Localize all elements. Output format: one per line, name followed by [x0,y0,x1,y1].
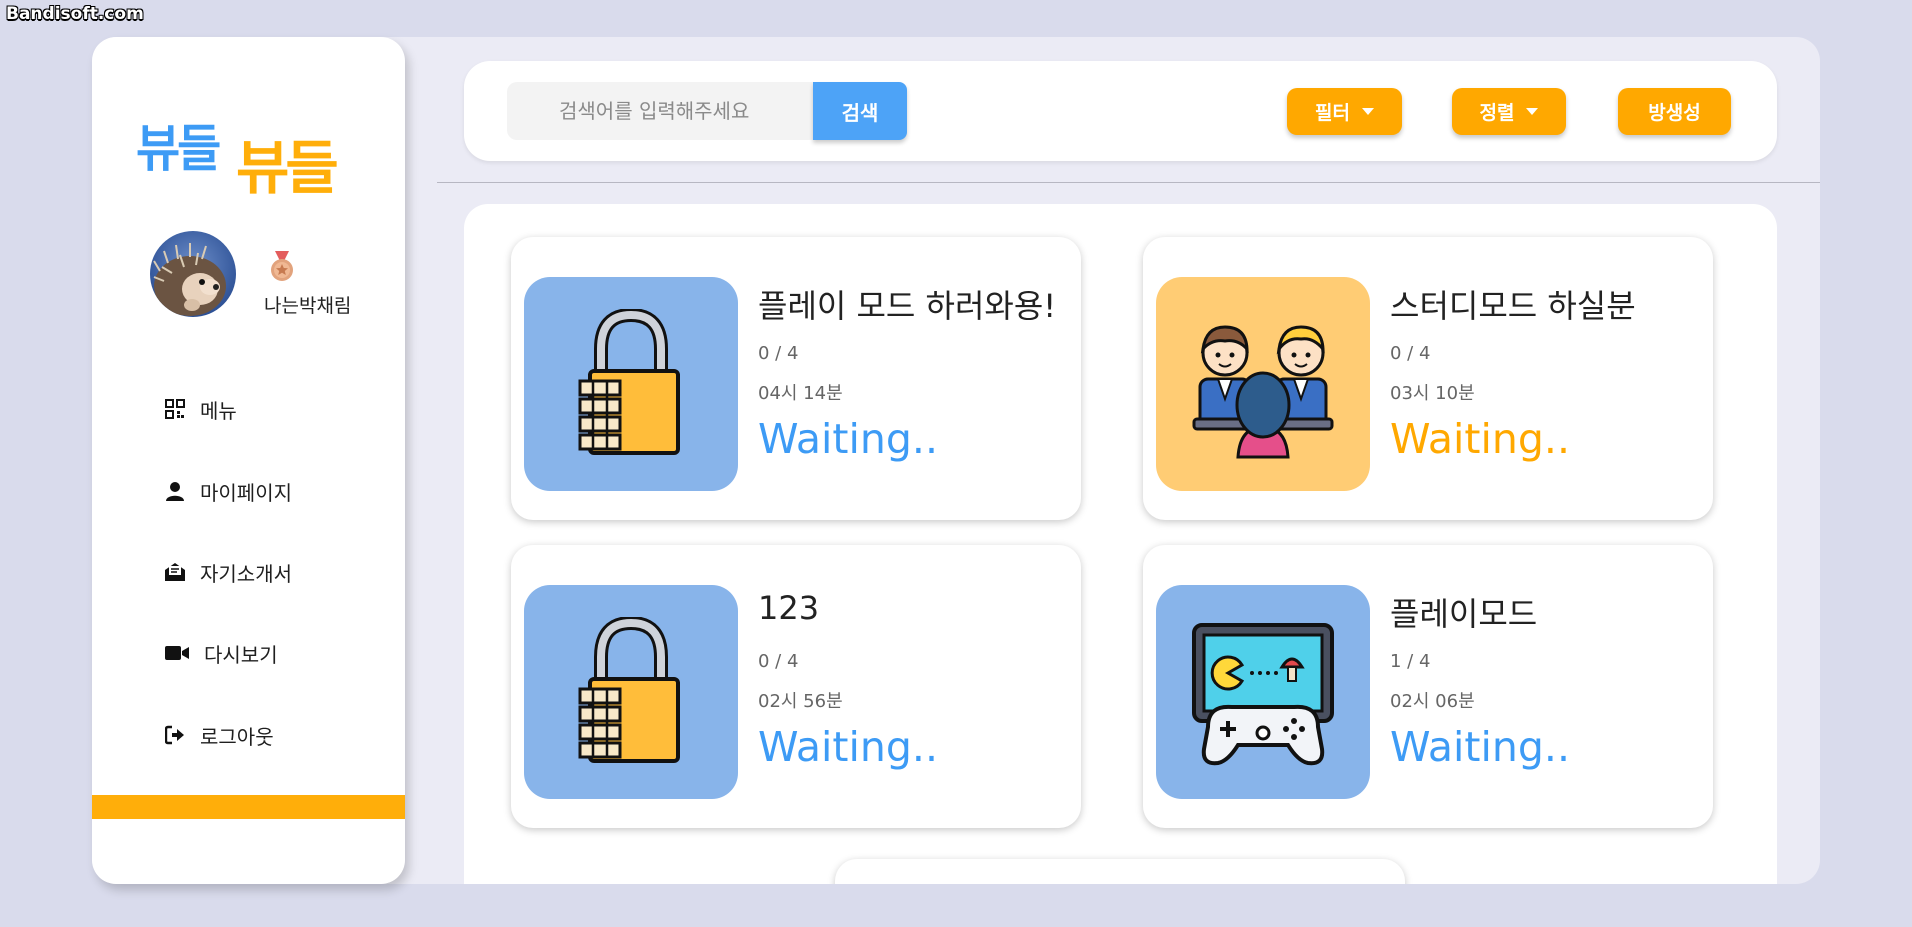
room-time: 02시 56분 [758,691,843,712]
room-title: 스터디모드 하실분 [1390,287,1636,325]
watermark: Bandisoft.com [6,4,144,24]
room-participant-count: 0 / 4 [1390,343,1431,364]
room-title: 123 [758,589,820,627]
qr-code-icon [164,398,186,420]
room-status: Waiting.. [1390,415,1570,463]
room-participant-count: 1 / 4 [1390,651,1431,672]
sidebar-item-label: 다시보기 [204,642,278,667]
search-button[interactable]: 검색 [813,82,907,140]
room-status: Waiting.. [758,723,938,771]
room-card-partial[interactable] [835,859,1405,884]
sidebar-item-label: 메뉴 [200,398,237,423]
sidebar-item-label: 자기소개서 [200,561,292,586]
room-card[interactable]: 플레이모드 1 / 4 02시 06분 Waiting.. [1143,545,1713,828]
sidebar-item-mypage[interactable]: 마이페이지 [164,471,292,511]
room-card[interactable]: 스터디모드 하실분 0 / 4 03시 10분 Waiting.. [1143,237,1713,520]
logo[interactable]: 뷰들 뷰들 [136,109,376,202]
username: 나는박채림 [264,295,352,317]
sidebar: 뷰들 뷰들 나는박채림 메뉴 마이페이지 자기소개서 다시보기 로그아웃 [92,37,405,884]
room-card[interactable]: 123 0 / 4 02시 56분 Waiting.. [511,545,1081,828]
avatar[interactable] [150,231,236,317]
user-icon [164,480,186,502]
study-group-icon [1156,277,1370,491]
logo-text-blue: 뷰들 [136,119,221,179]
caret-down-icon [1526,108,1539,115]
sidebar-item-label: 로그아웃 [200,724,274,749]
lock-icon [524,585,738,799]
sidebar-item-replay[interactable]: 다시보기 [164,633,278,673]
hedgehog-avatar-image [150,231,236,317]
sort-dropdown-button[interactable]: 정렬 [1452,88,1566,135]
sidebar-item-label: 마이페이지 [200,480,292,505]
game-console-icon [1156,585,1370,799]
sort-label: 정렬 [1479,102,1515,124]
filter-label: 필터 [1315,102,1350,124]
room-title: 플레이모드 [1390,595,1538,633]
video-camera-icon [164,642,190,664]
bronze-medal-icon [267,251,297,283]
create-room-button[interactable]: 방생성 [1618,88,1731,135]
app-container: 뷰들 뷰들 나는박채림 메뉴 마이페이지 자기소개서 다시보기 로그아웃 검색어… [92,37,1820,884]
sidebar-accent-bar [92,795,405,819]
sidebar-item-menu[interactable]: 메뉴 [164,389,237,429]
search-input[interactable] [507,82,813,140]
room-participant-count: 0 / 4 [758,343,799,364]
lock-icon [524,277,738,491]
caret-down-icon [1361,108,1374,115]
room-time: 04시 14분 [758,383,843,404]
sidebar-item-cover-letter[interactable]: 자기소개서 [164,552,292,592]
logo-text-orange: 뷰들 [236,134,339,202]
sidebar-item-logout[interactable]: 로그아웃 [164,715,274,755]
room-time: 03시 10분 [1390,383,1475,404]
room-time: 02시 06분 [1390,691,1475,712]
room-status: Waiting.. [758,415,938,463]
room-participant-count: 0 / 4 [758,651,799,672]
room-status: Waiting.. [1390,723,1570,771]
envelope-open-icon [164,561,186,583]
room-list: 플레이 모드 하러와용! 0 / 4 04시 14분 Waiting.. 스터디… [464,204,1777,884]
divider [437,182,1820,183]
sign-out-icon [164,724,186,746]
room-title: 플레이 모드 하러와용! [758,287,1057,325]
top-toolbar: 검색 필터 정렬 방생성 [464,61,1777,161]
room-card[interactable]: 플레이 모드 하러와용! 0 / 4 04시 14분 Waiting.. [511,237,1081,520]
filter-dropdown-button[interactable]: 필터 [1287,88,1402,135]
